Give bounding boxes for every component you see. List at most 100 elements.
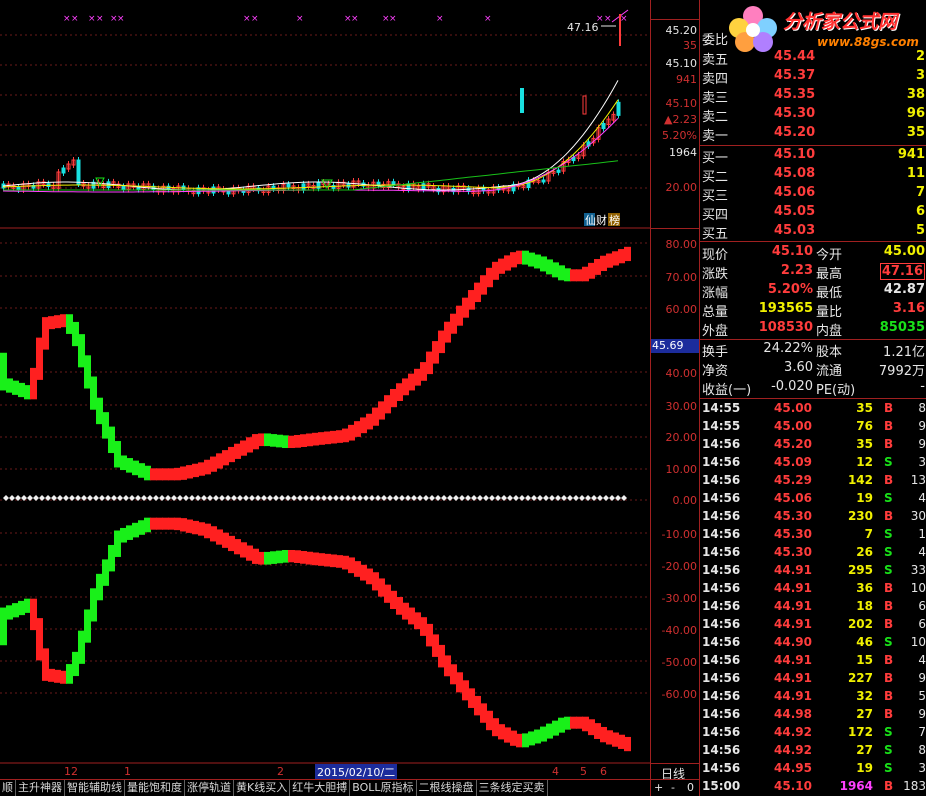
tick-time: 14:56 — [702, 527, 741, 541]
tick-time: 14:56 — [702, 653, 741, 667]
tick-time: 14:55 — [702, 419, 741, 433]
osc-upper-block — [468, 290, 475, 310]
osc-upper-block — [456, 305, 463, 326]
osc-lower-block — [144, 517, 151, 533]
tick-time: 14:56 — [702, 725, 741, 739]
tick-row[interactable]: 14:56 44.90 46 S 10 — [700, 633, 926, 651]
zero-dot — [333, 495, 339, 501]
axis-divider — [651, 228, 700, 229]
chart-svg[interactable]: × × × × × × × × × × × × × × × × × × 47.16 仙 财 榜 — [0, 0, 650, 779]
axis-bid-vol: 941 — [676, 73, 697, 86]
tab-smart-assist[interactable]: 智能辅助线 — [65, 780, 125, 796]
ma-yellow-line — [2, 99, 619, 190]
tab-main-rise[interactable]: 主升神器 — [16, 780, 65, 796]
tick-row[interactable]: 14:55 45.00 35 B 8 — [700, 399, 926, 417]
osc-lower-block — [324, 553, 331, 567]
tick-row[interactable]: 14:56 44.98 27 B 9 — [700, 705, 926, 723]
zero-dot — [417, 495, 423, 501]
sell-price: 45.20 — [774, 125, 816, 140]
tick-count: 6 — [918, 599, 926, 613]
tab-volume-saturation[interactable]: 量能饱和度 — [125, 780, 185, 796]
osc-lower-block — [462, 680, 469, 701]
tick-time: 14:56 — [702, 671, 741, 685]
osc-upper-block — [90, 376, 97, 410]
osc-axis-neg30: -30.00 — [661, 592, 697, 605]
zero-dot — [213, 495, 219, 501]
stat-label: 现价 — [702, 248, 729, 263]
zoom-out-button[interactable]: - — [671, 781, 675, 794]
stat-label-2: 今开 — [816, 248, 843, 263]
zoom-in-button[interactable]: + — [654, 781, 663, 794]
site-logo: 分析家公式网 www.88gs.com — [725, 2, 925, 52]
osc-lower-block — [282, 549, 289, 563]
tick-row[interactable]: 14:56 45.06 19 S 4 — [700, 489, 926, 507]
tick-time: 14:55 — [702, 401, 741, 415]
tick-row[interactable]: 14:56 44.92 172 S 7 — [700, 723, 926, 741]
tab-two-lines[interactable]: 二根线操盘 — [417, 780, 477, 796]
tick-row[interactable]: 14:56 44.95 19 S 3 — [700, 759, 926, 777]
zero-dot — [399, 495, 405, 501]
tick-time: 14:56 — [702, 509, 741, 523]
tick-row[interactable]: 14:56 45.30 26 S 4 — [700, 543, 926, 561]
zero-dot — [123, 495, 129, 501]
tick-row[interactable]: 14:55 45.00 76 B 9 — [700, 417, 926, 435]
tick-row[interactable]: 14:56 44.91 36 B 10 — [700, 579, 926, 597]
sell-row: 卖一 45.20 35 — [700, 124, 926, 144]
zero-dot — [297, 495, 303, 501]
reset-button[interactable]: 0 — [687, 781, 694, 794]
osc-upper-block — [570, 269, 577, 282]
osc-upper-block — [516, 250, 523, 265]
osc-axis-40: 40.00 — [665, 367, 698, 380]
tick-row[interactable]: 14:56 45.20 35 B 9 — [700, 435, 926, 453]
tick-row[interactable]: 14:56 44.91 18 B 6 — [700, 597, 926, 615]
osc-upper-block — [504, 255, 511, 271]
chart-panel[interactable]: × × × × × × × × × × × × × × × × × × 47.16 仙 财 榜 12 1 2 20… — [0, 0, 650, 796]
tick-row[interactable]: 14:56 44.91 227 B 9 — [700, 669, 926, 687]
osc-upper-block — [444, 321, 451, 343]
zero-dot — [327, 495, 333, 501]
tab-red-bull[interactable]: 红牛大胆搏 — [290, 780, 351, 796]
osc-lower-block — [246, 545, 253, 561]
zero-dot — [93, 495, 99, 501]
tab-boll[interactable]: BOLL原指标 — [350, 780, 417, 796]
osc-upper-block — [300, 434, 307, 447]
osc-upper-block — [156, 468, 163, 481]
osc-upper-block — [276, 434, 283, 448]
tab-yellow-k-buy[interactable]: 黄K线买入 — [234, 780, 291, 796]
fund-value-2: 1.21亿 — [883, 345, 925, 360]
sell-row: 卖二 45.30 96 — [700, 105, 926, 125]
tick-time: 14:56 — [702, 617, 741, 631]
tick-time: 14:56 — [702, 563, 741, 577]
tab-three-lines[interactable]: 三条线定买卖 — [477, 780, 548, 796]
tick-side: S — [884, 563, 893, 577]
candle-body — [556, 169, 561, 173]
zero-dot — [369, 495, 375, 501]
osc-lower-block — [216, 529, 223, 545]
osc-lower-block — [426, 623, 433, 647]
quote-side-panel: 委比 卖五 45.44 2 卖四 45.37 3 卖三 45.35 38 卖二 45.30 96 卖一 4… — [699, 0, 926, 796]
tick-row[interactable]: 14:56 44.92 27 S 8 — [700, 741, 926, 759]
zero-dot — [459, 495, 465, 501]
buy-volume: 6 — [915, 204, 925, 219]
stat-value: 5.20% — [767, 282, 813, 297]
zero-dot — [69, 495, 75, 501]
tab-limit-track[interactable]: 涨停轨道 — [185, 780, 234, 796]
stat-label: 总量 — [702, 305, 729, 320]
tick-row[interactable]: 14:56 45.30 230 B 30 — [700, 507, 926, 525]
tick-row[interactable]: 15:00 45.10 1964 B 183 — [700, 777, 926, 795]
tab-shun[interactable]: 顺 — [0, 780, 16, 796]
tick-row[interactable]: 14:56 44.91 32 B 5 — [700, 687, 926, 705]
osc-axis-80: 80.00 — [665, 238, 698, 251]
tick-row[interactable]: 14:56 45.29 142 B 13 — [700, 471, 926, 489]
date-label-2: 1 — [124, 765, 131, 778]
tick-row[interactable]: 14:56 45.30 7 S 1 — [700, 525, 926, 543]
zero-dot — [609, 495, 615, 501]
osc-upper-block — [150, 468, 157, 481]
tick-row[interactable]: 14:56 44.91 295 S 33 — [700, 561, 926, 579]
tick-row[interactable]: 14:56 45.09 12 S 3 — [700, 453, 926, 471]
osc-lower-block — [510, 730, 517, 746]
tick-row[interactable]: 14:56 44.91 15 B 4 — [700, 651, 926, 669]
tick-row[interactable]: 14:56 44.91 202 B 6 — [700, 615, 926, 633]
axis-ask-vol: 35 — [683, 39, 697, 52]
tick-count: 9 — [918, 437, 926, 451]
